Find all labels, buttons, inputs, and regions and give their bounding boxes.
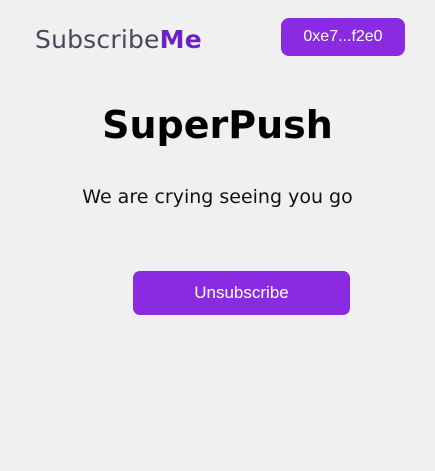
wallet-address-button[interactable]: 0xe7...f2e0 — [281, 18, 405, 56]
page-title: SuperPush — [102, 103, 333, 147]
subscribeme-logo[interactable]: SubscribeMe — [35, 22, 202, 58]
logo-text-me: Me — [159, 25, 202, 54]
farewell-message: We are crying seeing you go — [82, 186, 353, 208]
unsubscribe-button[interactable]: Unsubscribe — [133, 271, 350, 315]
page: SubscribeMe 0xe7...f2e0 SuperPush We are… — [0, 0, 435, 471]
logo-text-subscribe: Subscribe — [35, 25, 160, 54]
